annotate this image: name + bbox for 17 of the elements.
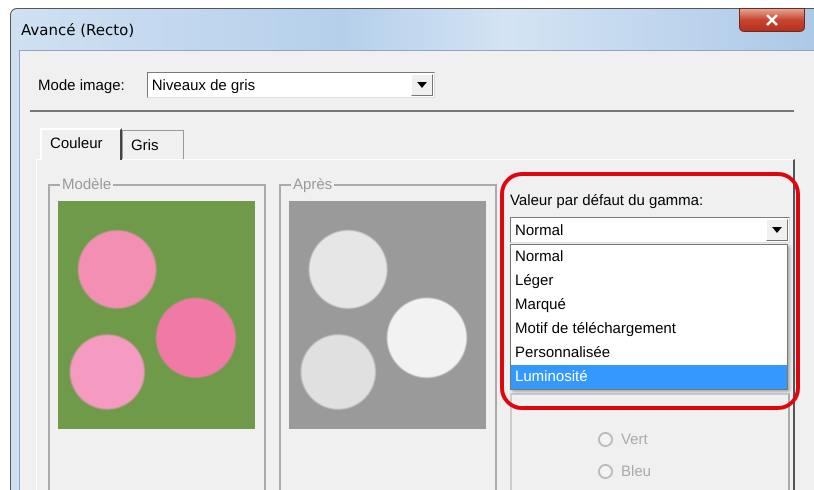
tab[interactable]: Couleur [40,128,122,160]
close-button[interactable] [739,8,805,32]
close-icon [765,14,779,26]
group-title: Après [291,176,334,193]
mode-dropdown[interactable]: Niveaux de gris [146,72,435,98]
window-title: Avancé (Recto) [21,20,134,38]
mode-label: Mode image: [38,76,125,94]
dropdown-option[interactable]: Léger [511,269,787,293]
gamma-label: Valeur par défaut du gamma: [510,192,704,209]
caret-icon [416,82,427,88]
dropdown-option[interactable]: Normal [511,245,787,269]
tab[interactable]: Gris [122,130,184,159]
dropdown-option[interactable]: Motif de téléchargement [511,317,787,341]
caret-icon [772,227,782,233]
dropdown-option[interactable]: Personnalisée [511,341,787,365]
dropdown-option[interactable]: Marqué [511,293,787,317]
gamma-dropdown[interactable]: Normal [510,217,790,243]
